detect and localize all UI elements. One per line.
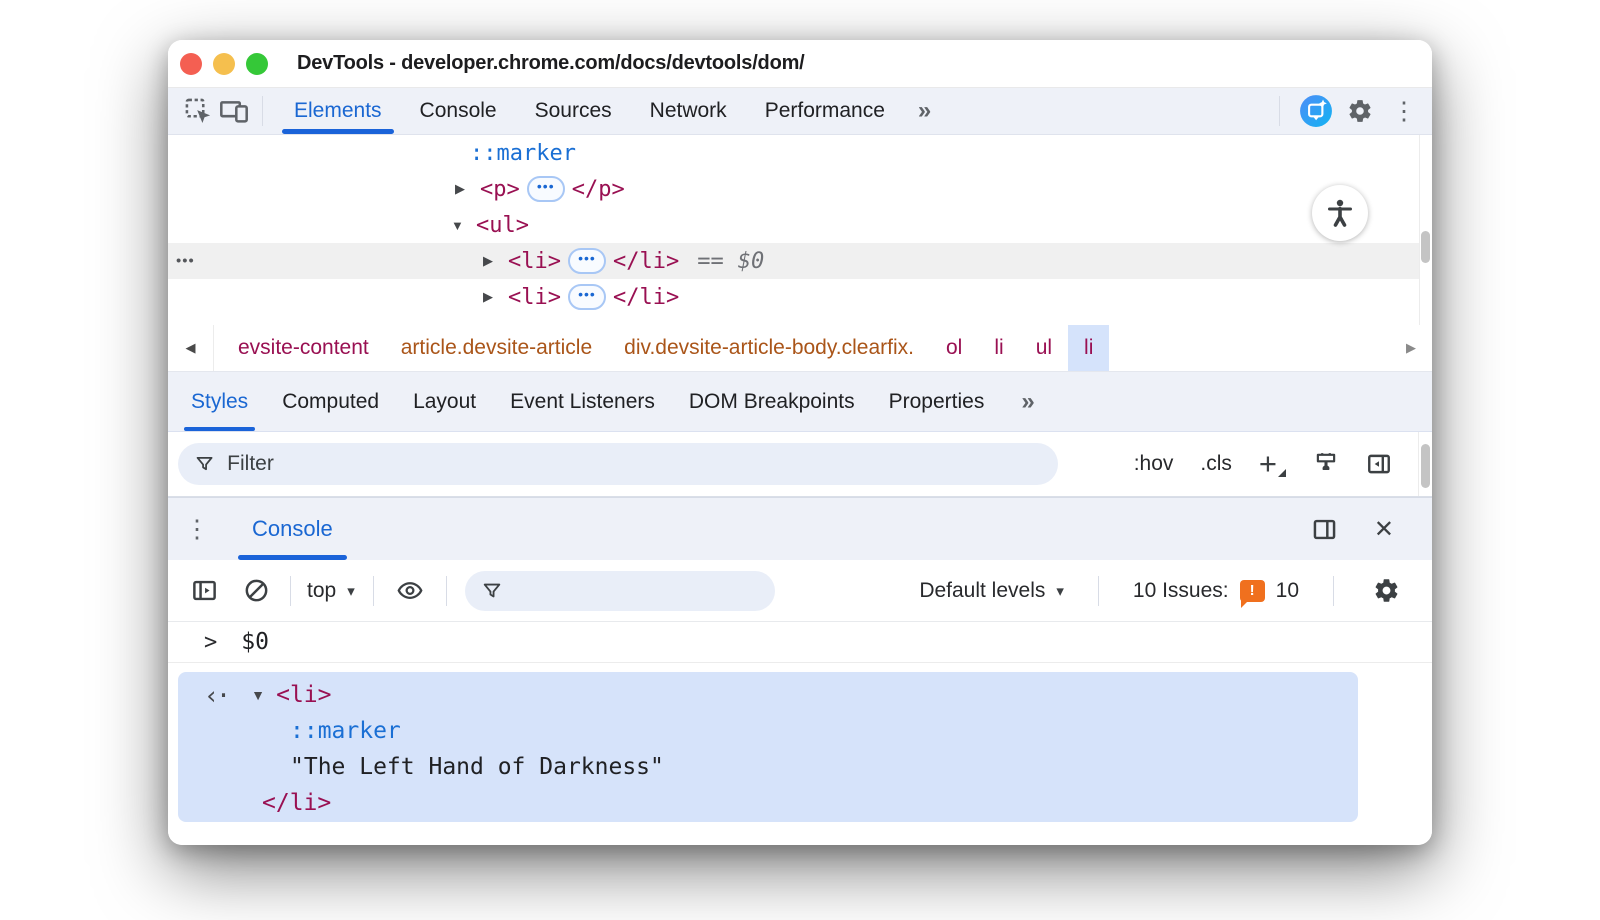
minimize-window-button[interactable]: [213, 52, 235, 75]
breadcrumb-forward-icon[interactable]: ▶: [1406, 325, 1416, 371]
close-window-button[interactable]: [180, 52, 202, 75]
devtools-toolbar: Elements Console Sources Network Perform…: [168, 88, 1432, 135]
clear-console-icon[interactable]: [238, 573, 274, 609]
chevron-down-icon: ▾: [347, 582, 355, 600]
collapsed-content-icon[interactable]: •••: [567, 248, 606, 274]
crumb-ol[interactable]: ol: [930, 325, 978, 371]
crumb-ul[interactable]: ul: [1020, 325, 1068, 371]
marker-pseudo-element[interactable]: ::marker: [290, 718, 401, 744]
issues-badge-icon: !: [1239, 579, 1265, 608]
toggle-hover-state-button[interactable]: :hov: [1134, 452, 1174, 476]
console-sidebar-icon[interactable]: [186, 573, 222, 609]
expander-icon[interactable]: ▼: [451, 218, 476, 233]
elements-dom-tree: ::marker ▶ <p> ••• </p> ▼ <ul> ••• ▶ <li…: [168, 135, 1432, 325]
styles-panel-tabs: Styles Computed Layout Event Listeners D…: [168, 372, 1432, 432]
expander-icon[interactable]: ▶: [483, 253, 508, 269]
desktop-background: DevTools - developer.chrome.com/docs/dev…: [0, 0, 1600, 920]
filter-funnel-icon: [481, 580, 503, 602]
command-text: $0: [241, 629, 269, 655]
tree-row-p[interactable]: ▶ <p> ••• </p>: [168, 171, 1432, 207]
tab-event-listeners[interactable]: Event Listeners: [493, 372, 672, 431]
styles-scrollbar-thumb[interactable]: [1421, 444, 1430, 488]
drawer-tab-console[interactable]: Console: [226, 498, 359, 560]
zoom-window-button[interactable]: [246, 52, 268, 75]
crumb-article[interactable]: article.devsite-article: [385, 325, 608, 371]
more-tabs-icon[interactable]: »: [904, 88, 945, 134]
expander-icon[interactable]: ▶: [483, 289, 508, 305]
dollar-zero-annotation: $0: [737, 248, 765, 274]
console-filter-field[interactable]: [464, 570, 775, 611]
console-command-row[interactable]: > $0: [168, 622, 1432, 663]
console-messages: > $0 ‹· ▼ <li> ::marker "The Left Hand o…: [168, 622, 1432, 845]
drawer-menu-kebab-icon[interactable]: ⋮: [168, 498, 226, 560]
title-bar: DevTools - developer.chrome.com/docs/dev…: [168, 40, 1432, 88]
filter-funnel-icon: [194, 453, 215, 475]
tab-console[interactable]: Console: [401, 88, 516, 134]
tab-sources[interactable]: Sources: [516, 88, 631, 134]
collapsed-content-icon[interactable]: •••: [526, 176, 565, 202]
settings-gear-icon[interactable]: [1342, 93, 1378, 129]
ai-assistance-icon[interactable]: [1298, 93, 1334, 129]
log-levels-dropdown[interactable]: Default levels ▾: [919, 579, 1064, 603]
new-style-rule-button[interactable]: +: [1259, 448, 1286, 479]
tab-network[interactable]: Network: [631, 88, 746, 134]
console-toolbar: top ▾ Default levels ▾ 10 Issues: ! 10: [168, 560, 1432, 622]
more-style-tabs-icon[interactable]: »: [1005, 372, 1050, 431]
scrollbar-thumb[interactable]: [1421, 231, 1430, 263]
window-title: DevTools - developer.chrome.com/docs/dev…: [297, 52, 805, 74]
command-prompt-icon: >: [204, 629, 218, 655]
dom-tree-scrollbar[interactable]: [1419, 135, 1432, 325]
tree-row-ul[interactable]: ▼ <ul>: [168, 207, 1432, 243]
javascript-context-dropdown[interactable]: top ▾: [307, 579, 355, 603]
tab-elements[interactable]: Elements: [275, 88, 401, 134]
close-drawer-icon[interactable]: ✕: [1374, 515, 1394, 544]
device-toolbar-icon[interactable]: [216, 93, 252, 129]
marker-pseudo-element[interactable]: ::marker: [470, 141, 576, 166]
tree-row-li[interactable]: ▶ <li> ••• </li>: [168, 279, 1432, 315]
tab-properties[interactable]: Properties: [872, 372, 1002, 431]
returned-value-icon: ‹·: [204, 680, 231, 710]
crumb-li-selected[interactable]: li: [1068, 325, 1110, 371]
live-expression-eye-icon[interactable]: [392, 573, 428, 609]
main-panel-tabs: Elements Console Sources Network Perform…: [275, 88, 945, 134]
show-sidebar-icon[interactable]: [1366, 451, 1392, 477]
inspect-element-icon[interactable]: [180, 93, 216, 129]
styles-scrollbar-track: [1418, 432, 1419, 496]
tab-layout[interactable]: Layout: [396, 372, 493, 431]
devtools-window: DevTools - developer.chrome.com/docs/dev…: [168, 40, 1432, 845]
accessibility-overlay-button[interactable]: [1312, 185, 1368, 241]
console-settings-gear-icon[interactable]: [1368, 573, 1404, 609]
expander-icon[interactable]: ▼: [251, 687, 276, 703]
issues-counter[interactable]: 10 Issues: ! 10: [1133, 579, 1299, 608]
tab-styles[interactable]: Styles: [174, 372, 265, 431]
dom-breadcrumb-bar: ◀ evsite-content article.devsite-article…: [168, 325, 1432, 372]
tree-row-marker[interactable]: ::marker: [168, 135, 1432, 171]
crumb-li[interactable]: li: [978, 325, 1019, 371]
console-drawer-header: ⋮ Console ✕: [168, 497, 1432, 560]
dock-drawer-icon[interactable]: [1311, 516, 1338, 543]
styles-filter-input[interactable]: [227, 452, 1058, 476]
styles-filter-toolbar: :hov .cls +: [168, 432, 1432, 497]
expander-icon[interactable]: ▶: [455, 181, 480, 197]
tab-computed[interactable]: Computed: [265, 372, 396, 431]
crumb-div-article-body[interactable]: div.devsite-article-body.clearfix.: [608, 325, 930, 371]
collapsed-content-icon[interactable]: •••: [567, 284, 606, 310]
styles-filter-field[interactable]: [178, 443, 1058, 485]
toggle-classes-button[interactable]: .cls: [1200, 452, 1232, 476]
toolbar-divider: [262, 96, 263, 126]
tab-dom-breakpoints[interactable]: DOM Breakpoints: [672, 372, 872, 431]
breadcrumb: evsite-content article.devsite-article d…: [214, 325, 1110, 371]
breadcrumb-back-icon[interactable]: ◀: [168, 325, 214, 371]
customize-devtools-icon[interactable]: ⋮: [1386, 93, 1422, 129]
chevron-down-icon: ▾: [1056, 582, 1064, 600]
text-node-value: "The Left Hand of Darkness": [290, 754, 664, 780]
corner-triangle-icon: [1278, 469, 1286, 478]
crumb-devsite-content[interactable]: evsite-content: [222, 325, 385, 371]
tab-performance[interactable]: Performance: [746, 88, 904, 134]
more-actions-dots-icon[interactable]: •••: [176, 253, 195, 270]
rendering-emulations-brush-icon[interactable]: [1313, 451, 1339, 477]
toolbar-divider: [1279, 96, 1280, 126]
console-result-block[interactable]: ‹· ▼ <li> ::marker "The Left Hand of Dar…: [178, 672, 1358, 822]
tree-row-li-selected[interactable]: ••• ▶ <li> ••• </li> == $0: [168, 243, 1432, 279]
